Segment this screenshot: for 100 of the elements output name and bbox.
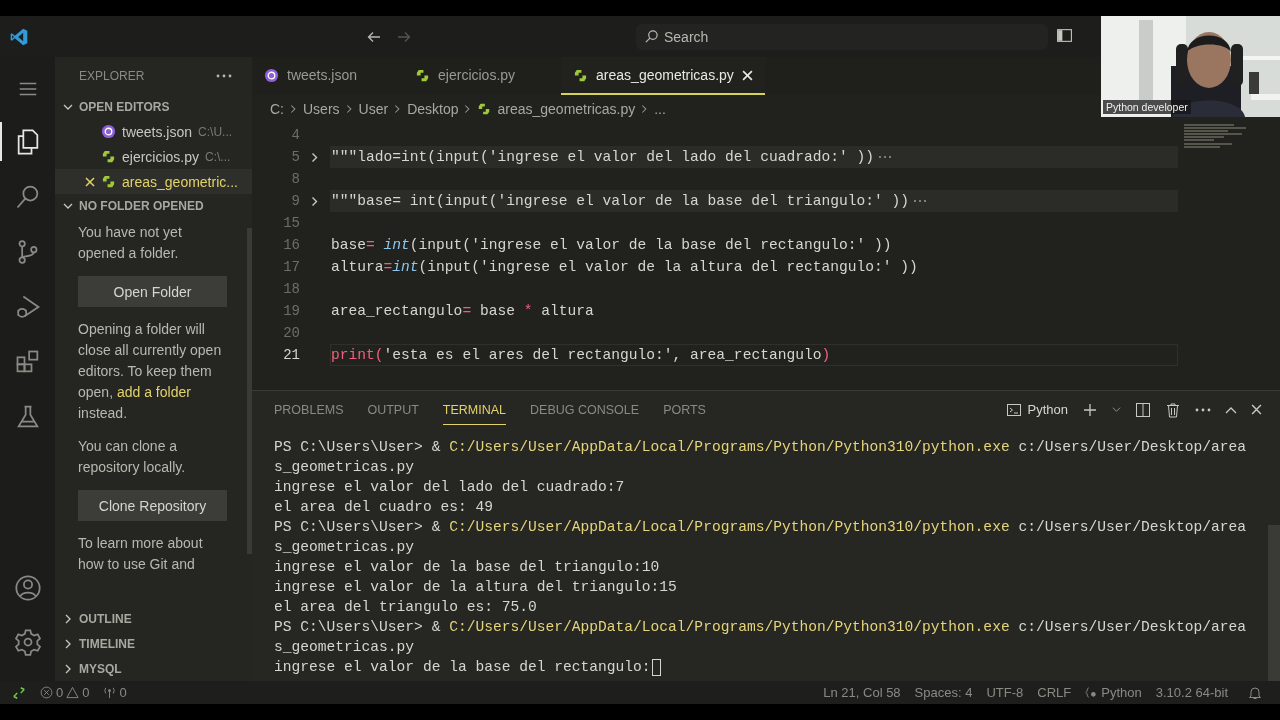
line-number: 19 bbox=[282, 303, 300, 319]
chevron-icon bbox=[641, 103, 649, 114]
encoding[interactable]: UTF-8 bbox=[986, 685, 1024, 700]
account-icon[interactable] bbox=[13, 574, 42, 602]
breadcrumb-item[interactable]: Desktop bbox=[407, 100, 459, 117]
line-number: 4 bbox=[290, 127, 300, 143]
line-number: 5 bbox=[290, 149, 300, 165]
editor-tab[interactable]: ejercicios.py bbox=[403, 57, 562, 95]
json-file-icon bbox=[101, 124, 116, 139]
chevron-icon bbox=[345, 103, 353, 114]
terminal-line: el area del triangulo es: 75.0 bbox=[274, 599, 537, 615]
problems-status[interactable]: 0 0 bbox=[40, 685, 90, 700]
panel-tab[interactable]: OUTPUT bbox=[367, 394, 419, 425]
code-line: altura=int(input('ingrese el valor de la altura del rectangulo:' )) bbox=[331, 259, 918, 275]
open-editor-item[interactable]: tweets.json C:\U... bbox=[55, 119, 252, 144]
section-header[interactable]: TIMELINE bbox=[55, 631, 252, 656]
clone-repository-button[interactable]: Clone Repository bbox=[78, 490, 227, 521]
terminal-line: el area del cuadro es: 49 bbox=[274, 499, 493, 515]
scrollbar-thumb[interactable] bbox=[1268, 525, 1280, 681]
line-number: 9 bbox=[290, 193, 300, 209]
line-number: 17 bbox=[282, 259, 300, 275]
open-editor-item[interactable]: ejercicios.py C:\... bbox=[55, 144, 252, 169]
breadcrumb-item[interactable]: C: bbox=[270, 100, 284, 117]
python-file-icon bbox=[101, 149, 116, 164]
settings-icon[interactable] bbox=[13, 628, 42, 656]
breadcrumb-item[interactable]: User bbox=[358, 100, 389, 117]
breadcrumb-item[interactable]: ... bbox=[654, 100, 666, 117]
ellipsis-icon[interactable] bbox=[913, 199, 927, 203]
panel-tab[interactable]: DEBUG CONSOLE bbox=[530, 394, 640, 425]
breadcrumb-item[interactable]: areas_geometricas.py bbox=[497, 100, 636, 117]
search-field[interactable]: Search bbox=[636, 23, 1048, 50]
sidebar-title: EXPLORER bbox=[79, 69, 145, 83]
line-number: 8 bbox=[290, 171, 300, 187]
panel-tab[interactable]: PROBLEMS bbox=[274, 394, 344, 425]
chevron-icon bbox=[464, 103, 472, 114]
bell-icon[interactable] bbox=[1248, 685, 1262, 700]
caret-icon[interactable] bbox=[1112, 405, 1121, 414]
terminal-line: PS C:\Users\User> & C:/Users/User/AppData/Local/Programs/Python/Python310/python.exe c:/Users/User/Desktop/area bbox=[274, 439, 1247, 455]
panel-tab[interactable]: TERMINAL bbox=[442, 394, 507, 425]
terminal-line: s_geometricas.py bbox=[274, 539, 415, 555]
fold-chevron-icon[interactable] bbox=[311, 151, 319, 163]
editor-tab[interactable]: tweets.json bbox=[252, 57, 404, 95]
ellipsis-icon[interactable] bbox=[878, 155, 892, 159]
section-header[interactable]: MYSQL bbox=[55, 656, 252, 681]
python-file-icon bbox=[415, 67, 431, 83]
terminal-line: ingrese el valor de la base del rectangulo: bbox=[274, 659, 651, 675]
video-caption: Python developer bbox=[1103, 100, 1191, 114]
error-icon bbox=[40, 686, 53, 699]
interpreter-version[interactable]: 3.10.2 64-bit bbox=[1155, 685, 1228, 700]
panel-tab[interactable]: PORTS bbox=[663, 394, 706, 425]
python-file-icon bbox=[573, 67, 589, 83]
breadcrumb-item[interactable]: Users bbox=[303, 100, 340, 117]
python-file-icon bbox=[101, 174, 116, 189]
line-number: 15 bbox=[282, 215, 300, 231]
code-line: """base= int(input('ingrese el valor de la base del triangulo:' )) bbox=[331, 193, 909, 209]
python-file-icon bbox=[477, 101, 492, 116]
terminal-line: s_geometricas.py bbox=[274, 639, 415, 655]
close-icon[interactable] bbox=[1251, 404, 1262, 415]
section-header[interactable]: OUTLINE bbox=[55, 606, 252, 631]
terminal-icon bbox=[1005, 401, 1022, 418]
open-editor-item[interactable]: areas_geometric... bbox=[55, 169, 252, 194]
terminal-selector[interactable]: Python bbox=[1005, 401, 1068, 418]
search-icon bbox=[644, 28, 659, 44]
chevron-icon bbox=[63, 613, 73, 624]
info-text: Opening a folder will close all currently open editors. To keep them open, add a folder instead. bbox=[78, 320, 223, 423]
split-icon[interactable] bbox=[1135, 401, 1151, 418]
warning-icon bbox=[66, 686, 80, 699]
line-number: 21 bbox=[282, 347, 300, 363]
indentation[interactable]: Spaces: 4 bbox=[914, 685, 973, 700]
remote-icon[interactable] bbox=[12, 685, 26, 700]
braces-icon bbox=[1085, 686, 1099, 699]
maximize-icon[interactable] bbox=[1225, 405, 1237, 414]
chevron-icon bbox=[63, 102, 73, 112]
open-folder-button[interactable]: Open Folder bbox=[78, 276, 227, 307]
line-number: 20 bbox=[282, 325, 300, 341]
trash-icon[interactable] bbox=[1165, 401, 1181, 418]
sidebar-layout-icon[interactable] bbox=[1056, 26, 1073, 44]
more-actions-icon[interactable] bbox=[216, 74, 232, 78]
chevron-icon bbox=[63, 638, 73, 649]
code-line: """lado=int(input('ingrese el valor del lado del cuadrado:' )) bbox=[331, 149, 874, 165]
chevron-icon bbox=[63, 201, 73, 211]
language-mode[interactable]: Python bbox=[1085, 685, 1142, 700]
code-line: base= int(input('ingrese el valor de la base del rectangulo:' )) bbox=[331, 237, 892, 253]
terminal-line: ingrese el valor de la base del triangulo:10 bbox=[274, 559, 660, 575]
terminal-line: PS C:\Users\User> & C:/Users/User/AppData/Local/Programs/Python/Python310/python.exe c:/Users/User/Desktop/area bbox=[274, 619, 1247, 635]
more-actions-icon[interactable] bbox=[1195, 407, 1211, 412]
close-icon[interactable] bbox=[85, 176, 95, 187]
section-header[interactable]: OPEN EDITORS bbox=[55, 95, 252, 119]
info-text: To learn more about how to use Git and bbox=[78, 534, 204, 574]
close-icon[interactable] bbox=[741, 69, 753, 81]
ports-status[interactable]: 0 bbox=[103, 685, 127, 700]
info-text: You have not yet opened a folder. bbox=[78, 223, 183, 263]
line-number: 16 bbox=[282, 237, 300, 253]
json-file-icon bbox=[264, 67, 279, 83]
cursor-position[interactable]: Ln 21, Col 58 bbox=[823, 685, 901, 700]
fold-chevron-icon[interactable] bbox=[311, 195, 319, 207]
section-header[interactable]: NO FOLDER OPENED bbox=[55, 194, 252, 218]
add-folder-link[interactable]: add a folder bbox=[116, 384, 191, 400]
plus-icon[interactable] bbox=[1082, 401, 1098, 418]
line-ending[interactable]: CRLF bbox=[1037, 685, 1072, 700]
